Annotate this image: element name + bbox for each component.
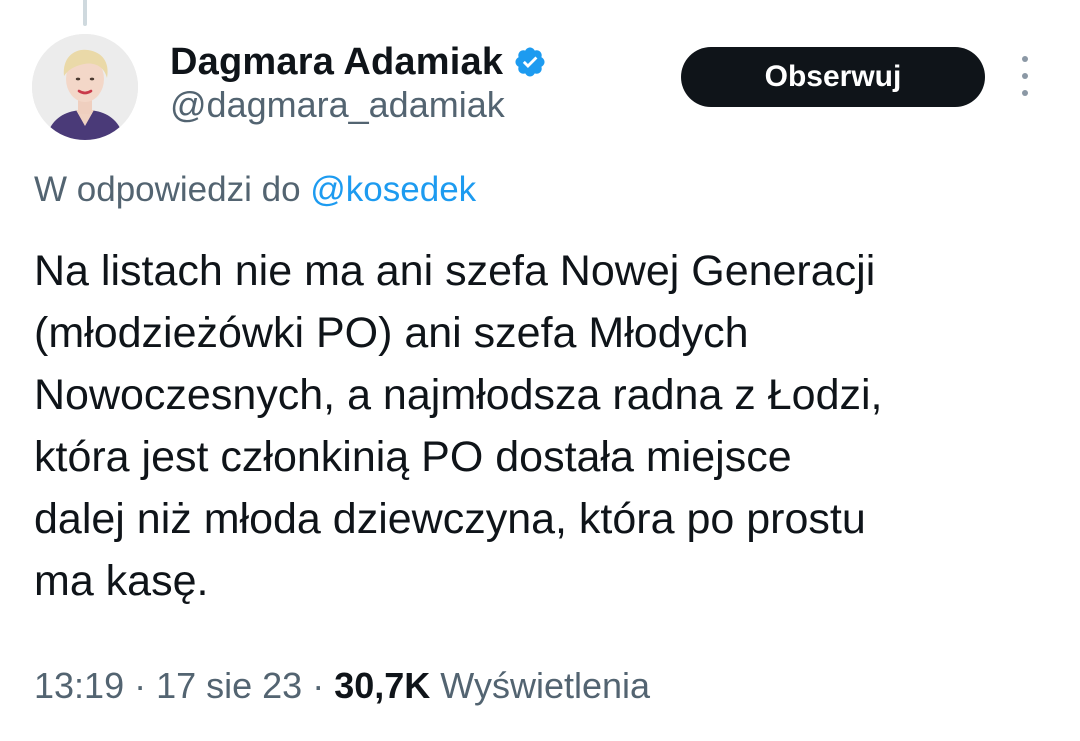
author-name-row: Dagmara Adamiak xyxy=(170,40,547,84)
follow-button[interactable]: Obserwuj xyxy=(681,47,985,107)
tweet-meta: 13:19 · 17 sie 23 · 30,7K Wyświetlenia xyxy=(34,662,650,710)
author-display-name[interactable]: Dagmara Adamiak xyxy=(170,41,503,84)
thread-connector-line xyxy=(83,0,87,26)
verified-badge-icon[interactable] xyxy=(513,45,547,79)
meta-separator: · xyxy=(134,665,147,706)
author-handle[interactable]: @dagmara_adamiak xyxy=(170,84,505,126)
reply-mention-link[interactable]: @kosedek xyxy=(310,170,476,209)
views-count: 30,7K xyxy=(334,665,431,706)
tweet-date[interactable]: 17 sie 23 xyxy=(156,665,302,707)
avatar[interactable] xyxy=(32,34,138,140)
tweet-text: Na listach nie ma ani szefa Nowej Genera… xyxy=(34,247,883,605)
more-vertical-icon[interactable] xyxy=(1013,56,1037,96)
reply-prefix: W odpowiedzi do xyxy=(34,170,301,209)
reply-context: W odpowiedzi do @kosedek xyxy=(34,170,476,210)
avatar-image xyxy=(32,34,138,140)
tweet-time[interactable]: 13:19 xyxy=(34,665,124,707)
meta-separator: · xyxy=(312,665,325,706)
views-label: Wyświetlenia xyxy=(440,665,651,706)
